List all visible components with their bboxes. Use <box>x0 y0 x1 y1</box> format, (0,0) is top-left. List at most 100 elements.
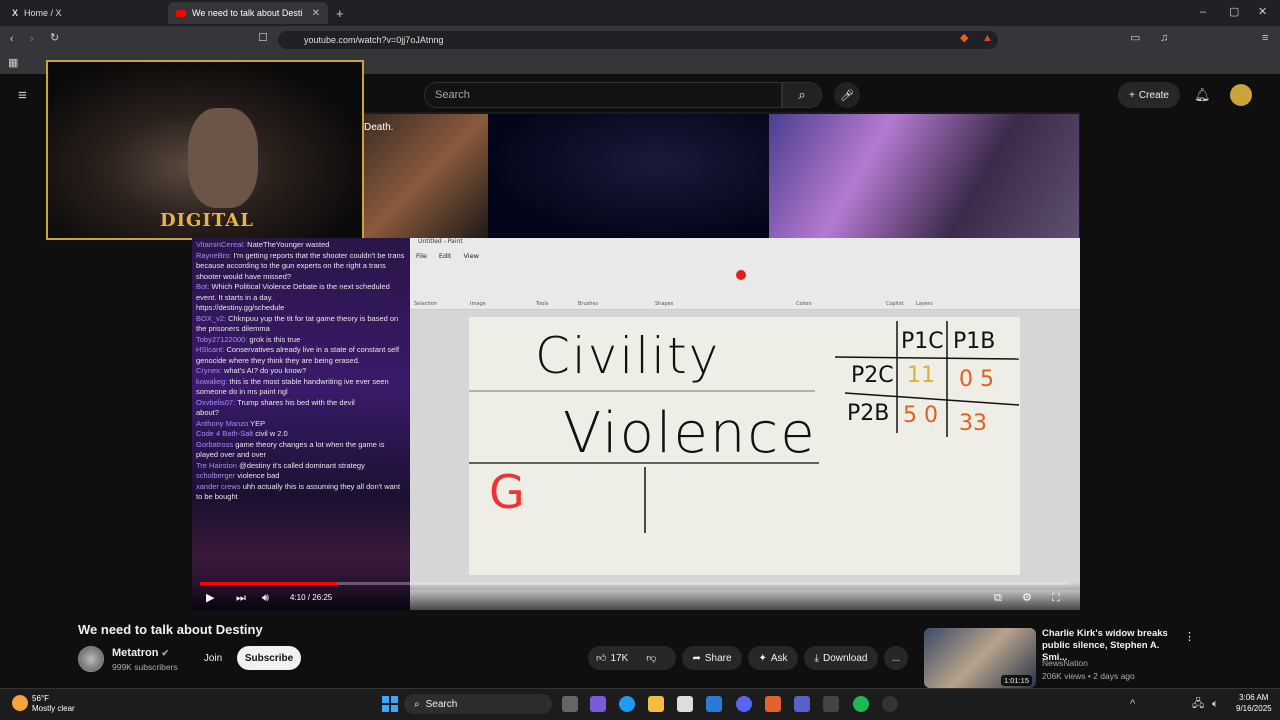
new-tab-icon[interactable]: + <box>336 7 344 20</box>
starfield-background <box>488 114 770 238</box>
chat-message: about? <box>196 408 406 419</box>
volume-icon[interactable]: 🔊︎ <box>262 593 269 604</box>
subscribe-button[interactable]: Subscribe <box>237 646 301 670</box>
download-button[interactable]: ⤓ Download <box>804 646 878 670</box>
captions-icon[interactable]: ⧉ <box>994 593 1002 604</box>
chat-username[interactable]: scholberger <box>196 471 235 480</box>
chat-username[interactable]: xander crews <box>196 482 241 491</box>
kebab-menu-icon[interactable]: ⋮ <box>1184 632 1195 643</box>
channel-name[interactable]: Metatron ✔ <box>112 647 169 659</box>
chat-username[interactable]: Gorbatross <box>196 440 233 449</box>
voice-search-button[interactable]: 🎤︎ <box>834 82 860 108</box>
group-layers: Layers <box>916 301 933 307</box>
speaker-icon[interactable]: 🔈︎ <box>1212 699 1219 710</box>
ask-label: Ask <box>770 652 788 664</box>
thumbs-up-icon[interactable]: 👍︎ <box>596 652 606 664</box>
overlay-text: Death. <box>364 122 394 133</box>
create-button[interactable]: + Create <box>1118 82 1180 108</box>
share-button[interactable]: ➦ Share <box>682 646 742 670</box>
taskbar-search[interactable]: ⌕ Search <box>404 694 552 714</box>
fullscreen-icon[interactable]: ⛶ <box>1052 593 1060 604</box>
chat-username[interactable]: VitaminCereal: <box>196 240 245 249</box>
discord-icon[interactable] <box>736 696 752 712</box>
chat-username[interactable]: RayneBro: <box>196 251 231 260</box>
sidebar-icon[interactable]: ▭ <box>1130 33 1140 44</box>
brave-icon[interactable] <box>765 696 781 712</box>
chat-text: about? <box>196 408 219 417</box>
rewards-icon[interactable]: ▲ <box>982 33 993 44</box>
settings-gear-icon[interactable]: ⚙︎ <box>1022 593 1032 604</box>
menu-edit[interactable]: Edit <box>439 252 452 260</box>
chat-username[interactable]: BOX_v2: <box>196 314 226 323</box>
chat-message: Crynex: what's AI? do you know? <box>196 366 406 377</box>
store-icon[interactable] <box>677 696 693 712</box>
download-icon: ⤓ <box>814 652 819 664</box>
chat-username[interactable]: HSlcant: <box>196 345 224 354</box>
thumbs-down-icon[interactable]: 👎︎ <box>646 652 656 664</box>
taskbar-clock[interactable]: 3:06 AM 9/16/2025 <box>1236 692 1272 714</box>
file-explorer-icon[interactable] <box>648 696 664 712</box>
brave-shield-icon[interactable]: ◆ <box>960 33 968 44</box>
chat-message: VitaminCereal: NateTheYounger wasted <box>196 240 406 251</box>
red-g-mark: G <box>489 465 525 519</box>
verified-icon: ✔ <box>161 648 170 658</box>
chat-username[interactable]: Code 4 Bath-Salt <box>196 429 253 438</box>
chat-username[interactable]: Anthony Manzo <box>196 419 248 428</box>
ask-button[interactable]: ✦ Ask <box>748 646 798 670</box>
obs-icon[interactable] <box>882 696 898 712</box>
account-avatar[interactable] <box>1230 84 1252 106</box>
menu-icon[interactable]: ≡ <box>1262 33 1268 44</box>
word-civility: Civility <box>535 327 721 385</box>
next-icon[interactable]: ⏭︎ <box>236 593 246 604</box>
chat-username[interactable]: Oxvbelis07: <box>196 398 235 407</box>
back-icon[interactable]: ‹ <box>10 34 14 45</box>
recommended-thumbnail[interactable]: 1:01:15 <box>924 628 1036 688</box>
maximize-icon[interactable]: ▢ <box>1229 7 1239 18</box>
tray-overflow-icon[interactable]: ^ <box>1130 699 1135 710</box>
apps-grid-icon[interactable]: ▦ <box>8 58 18 69</box>
spotify-icon[interactable] <box>853 696 869 712</box>
chat-username[interactable]: Tre Hairston <box>196 461 237 470</box>
like-count[interactable]: 17K <box>610 653 628 664</box>
play-icon[interactable]: ▶ <box>206 593 214 604</box>
close-tab-icon[interactable]: ✕ <box>312 8 320 19</box>
chat-username[interactable]: kowalieg: <box>196 377 227 386</box>
search-button[interactable]: ⌕ <box>782 82 822 108</box>
media-icon[interactable]: ♫ <box>1160 33 1168 44</box>
minimize-icon[interactable]: – <box>1200 7 1206 18</box>
edge-icon[interactable] <box>619 696 635 712</box>
close-window-icon[interactable]: ✕ <box>1258 7 1267 18</box>
hamburger-menu-icon[interactable]: ≡ <box>18 88 27 103</box>
reload-icon[interactable]: ↻ <box>50 33 59 44</box>
chat-username[interactable]: Crynex: <box>196 366 222 375</box>
color-red-swatch[interactable] <box>736 270 746 280</box>
join-button[interactable]: Join <box>196 646 230 670</box>
bookmark-icon[interactable]: ☐ <box>258 33 268 44</box>
recommended-channel[interactable]: NewsNation <box>1042 658 1088 668</box>
windows-start-icon[interactable] <box>382 696 398 712</box>
network-icon[interactable]: 🖧︎ <box>1192 699 1204 710</box>
sparkle-icon: ✦ <box>758 652 767 664</box>
weather-icon[interactable] <box>12 695 28 711</box>
teams-icon[interactable] <box>794 696 810 712</box>
chat-username[interactable]: Toby27122000: <box>196 335 247 344</box>
app-icon[interactable] <box>823 696 839 712</box>
search-input[interactable]: Search <box>424 82 782 108</box>
copilot-icon[interactable] <box>590 696 606 712</box>
address-bar[interactable]: youtube.com/watch?v=0jj7oJAtnng <box>278 31 998 49</box>
cell-bb: 33 <box>959 411 987 436</box>
chat-username[interactable]: Bot: <box>196 282 209 291</box>
outlook-icon[interactable] <box>706 696 722 712</box>
weather-widget[interactable]: 56°F Mostly clear <box>32 694 75 714</box>
paint-canvas[interactable]: Civility Violence G P1C P1B P2C P2B 11 0… <box>469 317 1020 575</box>
group-tools: Tools <box>536 301 549 307</box>
notifications-bell-icon[interactable]: 🔔︎ <box>1194 88 1211 101</box>
channel-avatar[interactable] <box>78 646 104 672</box>
tab-youtube[interactable]: We need to talk about Destin ✕ <box>168 2 328 24</box>
tab-home-x[interactable]: X Home / X <box>4 2 164 24</box>
menu-view[interactable]: View <box>463 252 478 260</box>
more-actions-button[interactable]: ... <box>884 646 908 670</box>
task-view-icon[interactable] <box>562 696 578 712</box>
menu-file[interactable]: File <box>416 252 427 260</box>
forward-icon[interactable]: › <box>30 34 34 45</box>
